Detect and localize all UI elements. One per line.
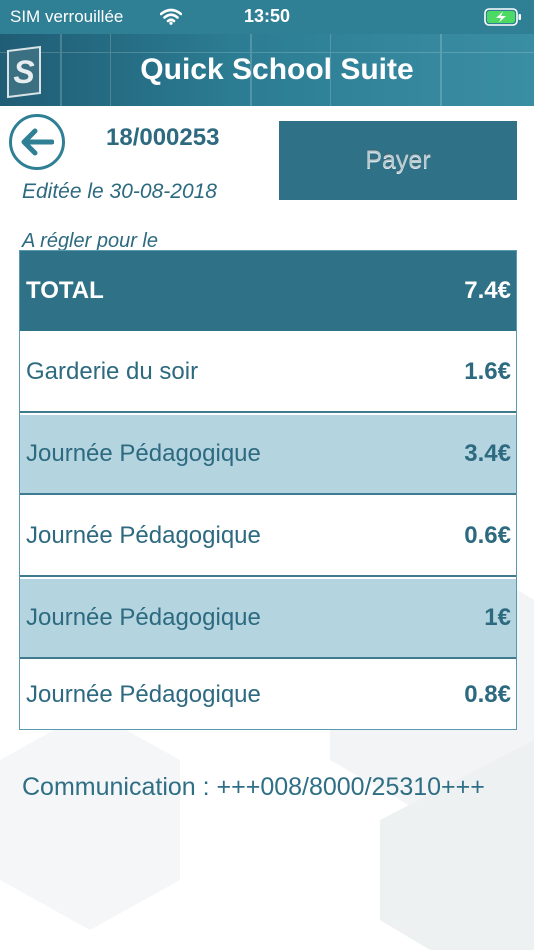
payment-communication: Communication : +++008/8000/25310+++ [22,773,485,801]
invoice-number: 18/000253 [106,124,220,151]
item-label: Journée Pédagogique [26,604,261,631]
arrow-left-icon [21,128,54,156]
item-label: Journée Pédagogique [26,440,261,467]
item-amount: 0.6€ [464,522,511,549]
status-bar: SIM verrouillée 13:50 [0,0,534,34]
item-amount: 1.6€ [464,358,511,385]
table-row: Journée Pédagogique 0.8€ [20,661,516,729]
app-title: Quick School Suite [140,53,414,86]
battery-charging-icon [484,8,521,26]
app-header: S Quick School Suite [0,34,534,106]
total-row: TOTAL 7.4€ [20,251,516,331]
item-amount: 1€ [484,604,511,631]
item-label: Garderie du soir [26,358,199,385]
edited-date: Editée le 30-08-2018 [22,180,217,203]
item-amount: 0.8€ [464,681,511,708]
item-label: Journée Pédagogique [26,522,261,549]
item-amount: 3.4€ [464,440,511,467]
invoice-items-table: TOTAL 7.4€ Garderie du soir 1.6€ Journée… [19,250,517,730]
table-row: Garderie du soir 1.6€ [20,333,516,413]
total-amount: 7.4€ [464,277,511,304]
clock: 13:50 [243,6,291,26]
back-button[interactable] [9,114,65,170]
pay-button[interactable]: Payer [279,121,517,200]
item-label: Journée Pédagogique [26,681,261,708]
table-row: Journée Pédagogique 1€ [20,579,516,659]
table-row: Journée Pédagogique 0.6€ [20,497,516,577]
table-row: Journée Pédagogique 3.4€ [20,415,516,495]
total-label: TOTAL [26,277,104,304]
